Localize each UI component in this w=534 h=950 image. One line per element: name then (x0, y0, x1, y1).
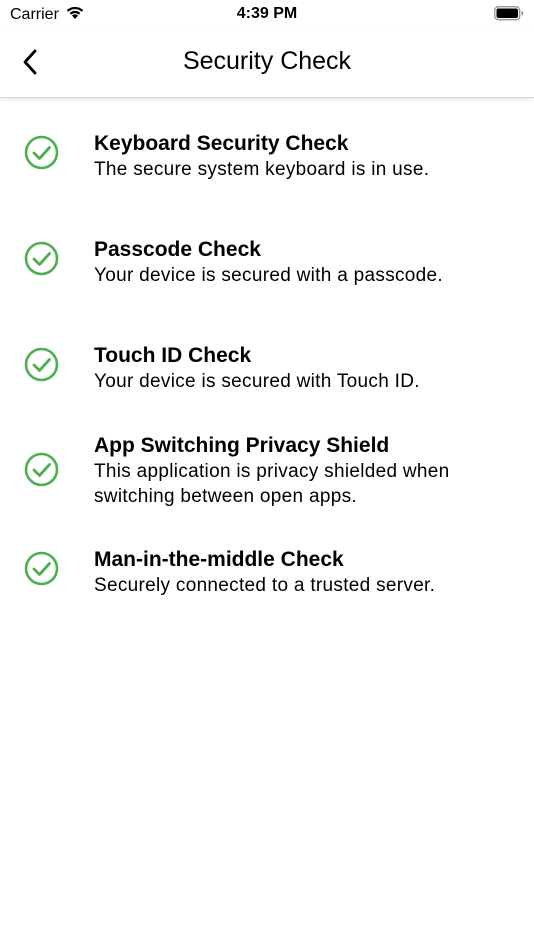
check-title: Man-in-the-middle Check (94, 548, 344, 571)
check-text: Touch ID Check Your device is secured wi… (94, 343, 514, 394)
check-text: App Switching Privacy Shield This applic… (94, 433, 514, 509)
check-description: The secure system keyboard is in use. (94, 159, 430, 180)
check-text: Keyboard Security Check The secure syste… (94, 131, 514, 182)
check-title: Passcode Check (94, 238, 261, 261)
navigation-bar: Security Check (0, 30, 534, 98)
status-time: 4:39 PM (236, 5, 298, 22)
battery-icon (494, 6, 524, 26)
check-description: This application is privacy shielded whe… (94, 461, 450, 507)
check-title: Touch ID Check (94, 344, 252, 367)
check-title: Keyboard Security Check (94, 132, 349, 155)
check-circle-icon (24, 135, 59, 170)
check-title: App Switching Privacy Shield (94, 434, 390, 457)
check-circle-icon (24, 551, 59, 586)
status-bar: Carrier 4:39 PM (0, 0, 534, 30)
check-description: Securely connected to a trusted server. (94, 575, 436, 596)
check-description: Your device is secured with Touch ID. (94, 371, 420, 392)
check-circle-icon (24, 452, 59, 487)
page-title: Security Check (182, 47, 352, 75)
check-text: Passcode Check Your device is secured wi… (94, 237, 514, 288)
check-circle-icon (24, 241, 59, 276)
check-circle-icon (24, 347, 59, 382)
check-text: Man-in-the-middle Check Securely connect… (94, 547, 514, 598)
check-description: Your device is secured with a passcode. (94, 265, 443, 286)
